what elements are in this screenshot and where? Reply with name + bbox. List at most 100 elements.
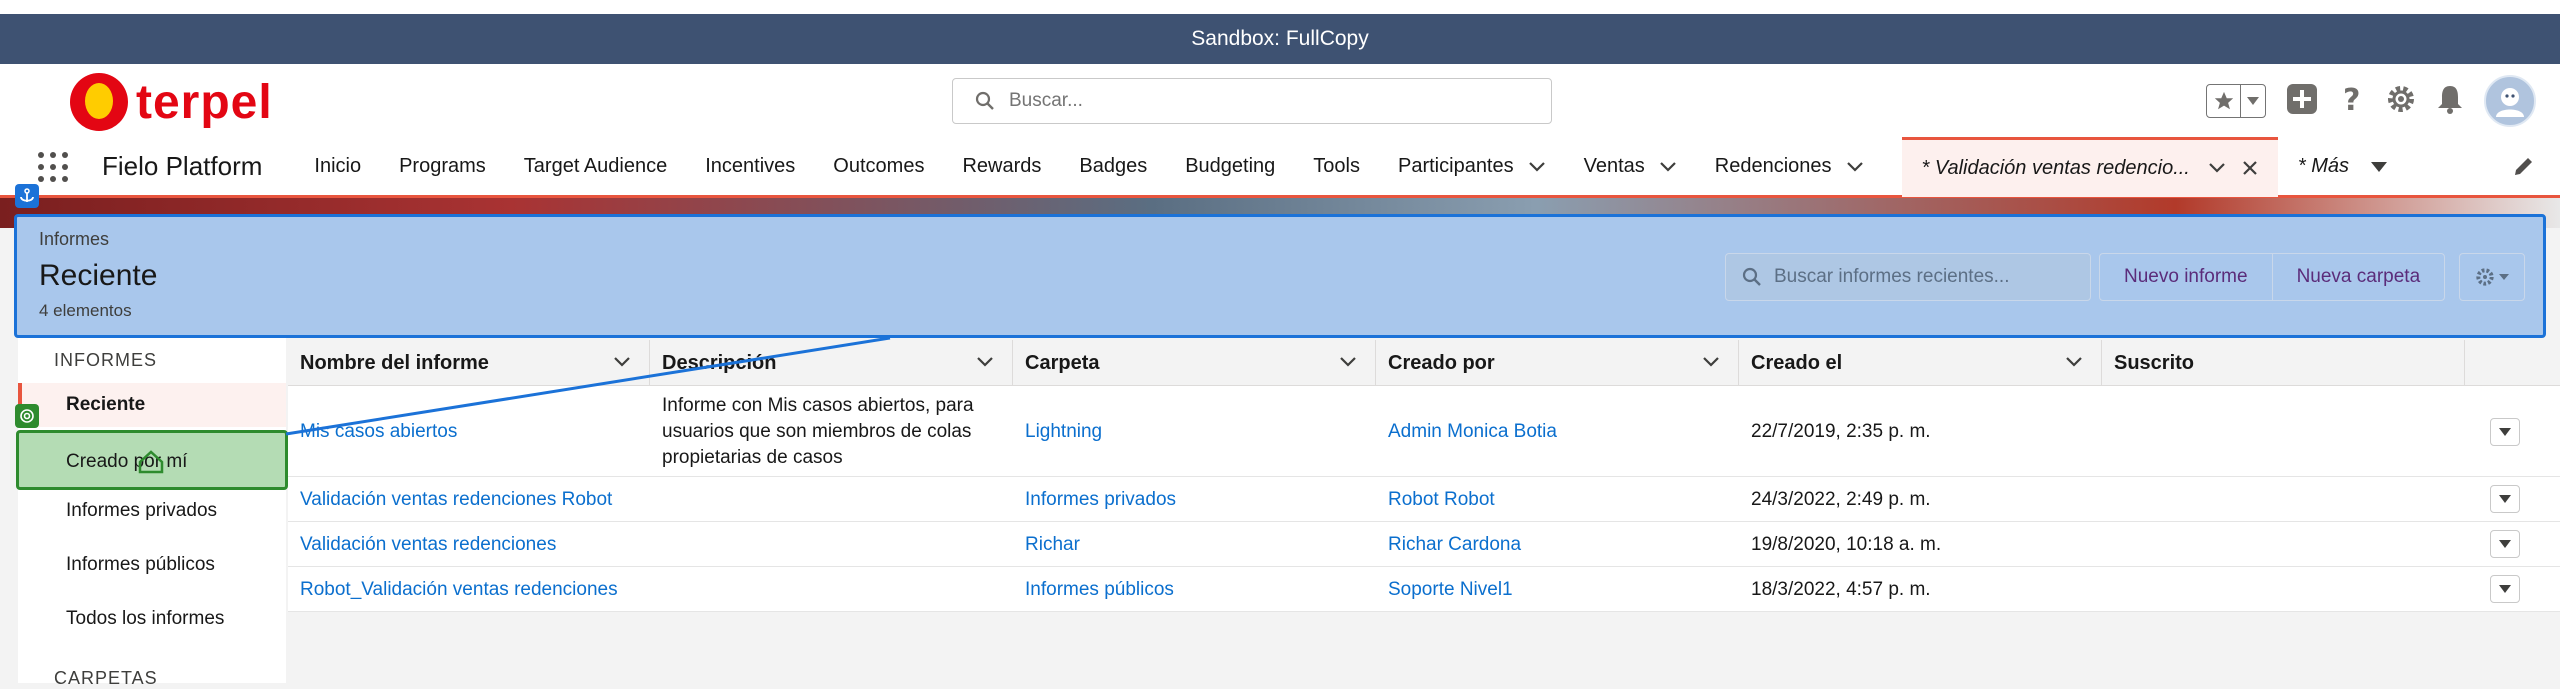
column-header-creado-por[interactable]: Creado por — [1376, 340, 1739, 386]
terpel-logo-mark — [70, 73, 128, 131]
bell-icon[interactable] — [2436, 84, 2464, 119]
nav-item-label: Ventas — [1583, 155, 1645, 177]
column-label: Creado por — [1388, 351, 1495, 374]
close-icon[interactable] — [2242, 160, 2258, 176]
column-header-suscrito[interactable]: Suscrito — [2102, 340, 2465, 386]
chevron-down-icon[interactable] — [976, 356, 994, 368]
search-placeholder: Buscar... — [1009, 90, 1083, 111]
report-folder-link[interactable]: Richar — [1013, 522, 1080, 567]
column-header-carpeta[interactable]: Carpeta — [1013, 340, 1376, 386]
gear-icon[interactable] — [2386, 84, 2416, 119]
star-icon[interactable] — [2207, 85, 2241, 117]
chevron-down-icon[interactable] — [2241, 85, 2265, 117]
new-folder-button[interactable]: Nueva carpeta — [2271, 254, 2445, 300]
chevron-down-icon[interactable] — [2208, 162, 2226, 174]
sandbox-banner: Sandbox: FullCopy — [0, 14, 2560, 64]
row-actions-button[interactable] — [2490, 530, 2520, 558]
chevron-down-icon[interactable] — [1659, 161, 1677, 173]
chevron-down-icon[interactable] — [1702, 356, 1720, 368]
sidebar-item-informes-publicos[interactable]: Informes públicos — [66, 554, 215, 576]
user-icon — [2496, 88, 2524, 117]
report-created-on: 18/3/2022, 4:57 p. m. — [1751, 578, 1931, 600]
table-row: Mis casos abiertos Informe con Mis casos… — [288, 386, 2560, 477]
chevron-down-icon — [2499, 495, 2511, 503]
row-actions-button[interactable] — [2490, 418, 2520, 446]
row-actions-button[interactable] — [2490, 575, 2520, 603]
report-created-by-link[interactable]: Robot Robot — [1376, 477, 1495, 522]
gear-icon — [2476, 268, 2494, 286]
nav-item-incentives[interactable]: Incentives — [705, 155, 795, 178]
nav-item-budgeting[interactable]: Budgeting — [1185, 155, 1275, 178]
chevron-down-icon[interactable] — [1846, 161, 1864, 173]
report-name-link[interactable]: Robot_Validación ventas redenciones — [288, 567, 618, 612]
report-folder-link[interactable]: Informes públicos — [1013, 567, 1174, 612]
sidebar-active-indicator — [18, 383, 286, 427]
sidebar-item-informes-privados[interactable]: Informes privados — [66, 500, 217, 522]
report-description: Informe con Mis casos abiertos, para usu… — [662, 394, 974, 468]
terpel-logo[interactable]: terpel — [26, 72, 324, 132]
chevron-down-icon[interactable] — [2370, 161, 2387, 172]
report-name-link[interactable]: Validación ventas redenciones Robot — [288, 477, 612, 522]
report-created-by-link[interactable]: Soporte Nivel1 — [1376, 567, 1513, 612]
tab-label: * Validación ventas redencio... — [1921, 156, 2190, 179]
table-header: Nombre del informe Descripción Carpeta C… — [288, 340, 2560, 386]
report-folder-link[interactable]: Lightning — [1013, 386, 1102, 477]
help-icon[interactable]: ? — [2338, 83, 2366, 120]
column-label: Carpeta — [1025, 351, 1100, 374]
column-header-nombre[interactable]: Nombre del informe — [288, 340, 650, 386]
tab-validacion-ventas[interactable]: * Validación ventas redencio... — [1901, 136, 2278, 197]
chevron-down-icon — [2499, 540, 2511, 548]
nav-item-inicio[interactable]: Inicio — [314, 155, 361, 178]
table-row: Validación ventas redenciones Richar Ric… — [288, 522, 2560, 567]
chevron-down-icon — [2499, 274, 2509, 280]
reports-table: Nombre del informe Descripción Carpeta C… — [288, 340, 2560, 612]
nav-item-target-audience[interactable]: Target Audience — [524, 155, 667, 178]
list-settings-button[interactable] — [2459, 253, 2525, 301]
report-name-link[interactable]: Mis casos abiertos — [288, 386, 457, 477]
nav-item-programs[interactable]: Programs — [399, 155, 486, 178]
sidebar-item-todos-los-informes[interactable]: Todos los informes — [66, 608, 224, 630]
row-actions-button[interactable] — [2490, 485, 2520, 513]
action-button-group: Nuevo informe Nueva carpeta — [2099, 253, 2446, 301]
nav-item-label: Redenciones — [1714, 155, 1832, 177]
app-name: Fielo Platform — [102, 151, 263, 181]
target-icon — [15, 404, 39, 428]
global-search-input[interactable]: Buscar... — [952, 78, 1552, 124]
nav-more-menu[interactable]: * Más — [2298, 155, 2387, 178]
column-label: Descripción — [662, 351, 777, 374]
nav-item-outcomes[interactable]: Outcomes — [833, 155, 924, 178]
nav-item-ventas[interactable]: Ventas — [1584, 155, 1677, 178]
column-header-descripcion[interactable]: Descripción — [650, 340, 1013, 386]
report-created-on: 24/3/2022, 2:49 p. m. — [1751, 488, 1931, 510]
chevron-down-icon[interactable] — [1339, 356, 1357, 368]
avatar[interactable] — [2484, 75, 2536, 127]
report-folder-link[interactable]: Informes privados — [1013, 477, 1176, 522]
chevron-down-icon[interactable] — [613, 356, 631, 368]
sidebar-item-reciente[interactable]: Reciente — [66, 394, 145, 416]
logo-text: terpel — [136, 75, 273, 129]
column-header-creado-el[interactable]: Creado el — [1739, 340, 2102, 386]
search-icon — [1742, 267, 1761, 286]
nav-item-redenciones[interactable]: Redenciones — [1715, 155, 1864, 178]
selected-item-label[interactable]: Creado por mí — [66, 451, 187, 473]
report-created-by-link[interactable]: Admin Monica Botia — [1376, 386, 1557, 477]
favorites-button[interactable] — [2206, 84, 2266, 118]
chevron-down-icon[interactable] — [2065, 356, 2083, 368]
report-name-link[interactable]: Validación ventas redenciones — [288, 522, 556, 567]
nav-item-tools[interactable]: Tools — [1313, 155, 1360, 178]
app-launcher-icon[interactable] — [38, 151, 68, 182]
add-icon[interactable] — [2286, 83, 2318, 120]
top-strip — [0, 0, 2560, 14]
nav-item-participantes[interactable]: Participantes — [1398, 155, 1546, 178]
sidebar-section-informes: INFORMES — [54, 350, 158, 370]
reports-sidebar: INFORMES Reciente Creado por mí Informes… — [18, 338, 286, 688]
nav-item-rewards[interactable]: Rewards — [962, 155, 1041, 178]
new-report-button[interactable]: Nuevo informe — [2100, 254, 2272, 300]
app-navigation-bar: Fielo Platform Inicio Programs Target Au… — [0, 136, 2560, 198]
nav-item-badges[interactable]: Badges — [1079, 155, 1147, 178]
chevron-down-icon — [2499, 428, 2511, 436]
chevron-down-icon[interactable] — [1528, 161, 1546, 173]
report-created-by-link[interactable]: Richar Cardona — [1376, 522, 1521, 567]
edit-nav-icon[interactable] — [2512, 154, 2536, 178]
recent-reports-search-input[interactable]: Buscar informes recientes... — [1725, 253, 2091, 301]
